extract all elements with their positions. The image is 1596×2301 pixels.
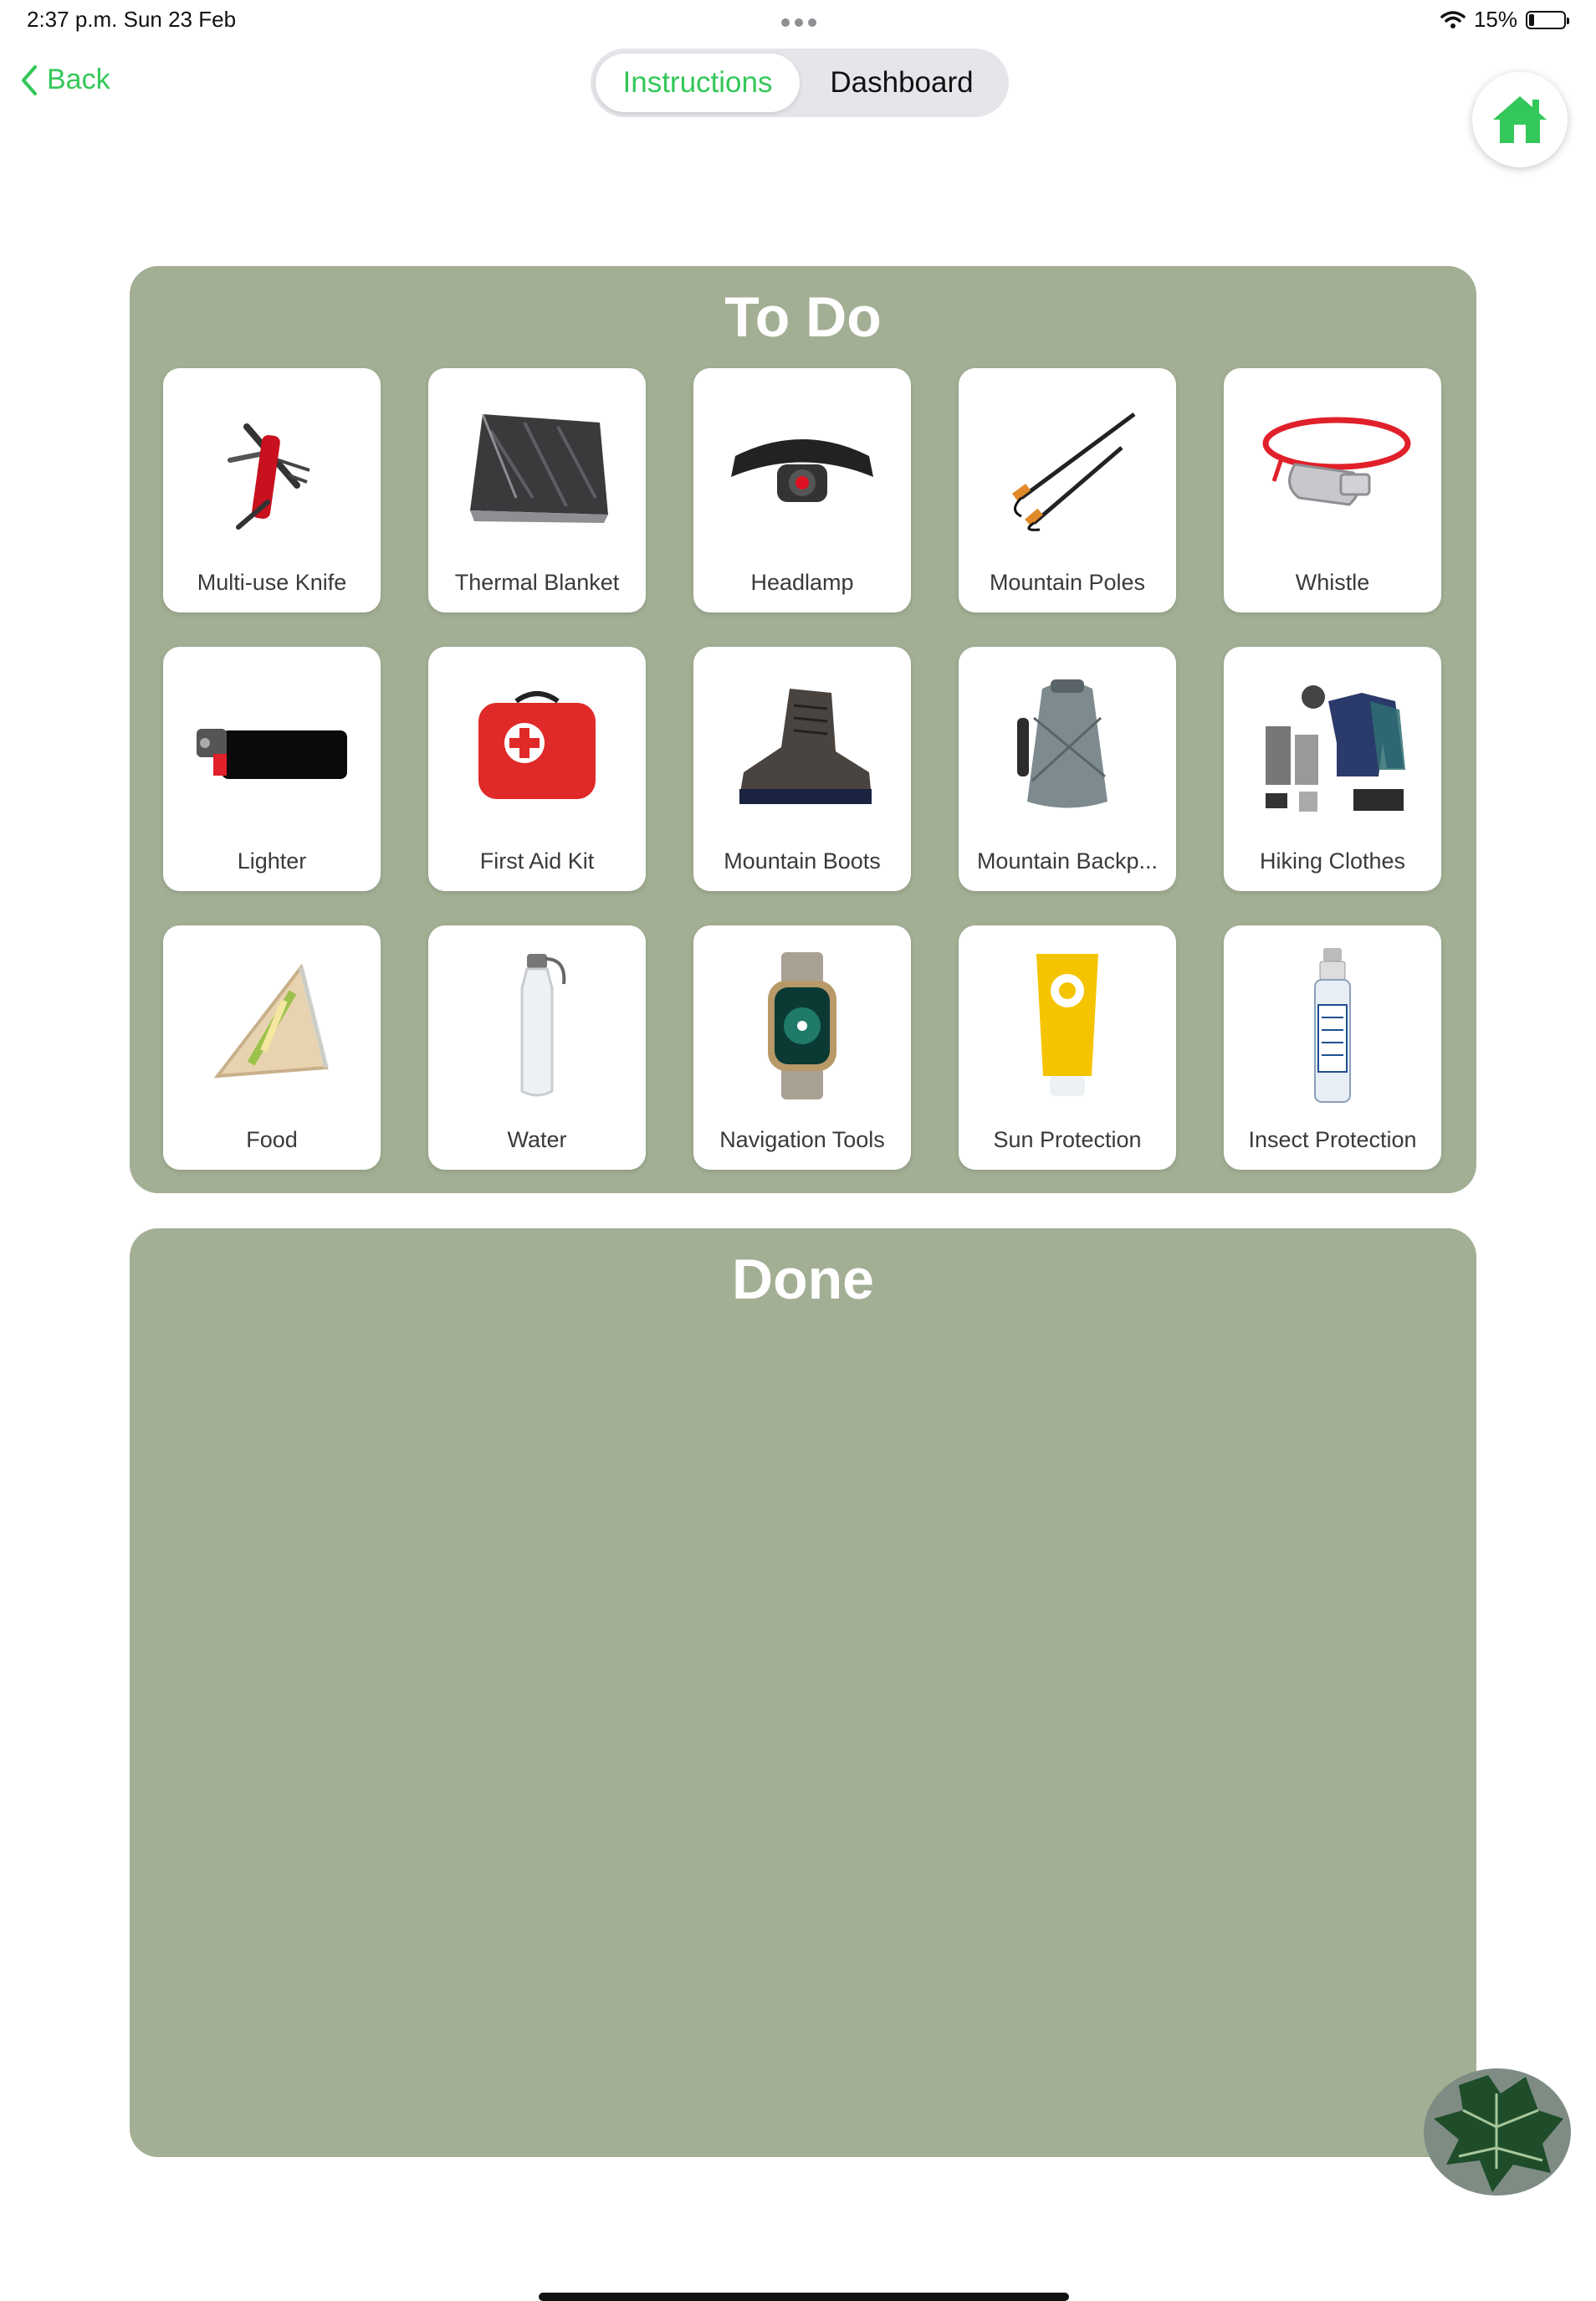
item-card[interactable]: Sun Protection xyxy=(959,925,1176,1170)
poles-icon xyxy=(1011,412,1136,531)
item-label: Hiking Clothes xyxy=(1259,848,1406,874)
home-indicator[interactable] xyxy=(539,2293,1069,2301)
item-card[interactable]: Insect Protection xyxy=(1224,925,1441,1170)
headlamp-icon xyxy=(731,439,873,502)
item-label: Whistle xyxy=(1295,570,1370,595)
item-label: Mountain Poles xyxy=(989,570,1146,595)
item-label: Lighter xyxy=(237,848,307,874)
item-label: First Aid Kit xyxy=(479,848,595,874)
back-button[interactable]: Back xyxy=(20,64,110,96)
item-label: Mountain Boots xyxy=(724,848,881,874)
item-card[interactable]: Multi-use Knife xyxy=(163,368,381,612)
item-card[interactable]: Navigation Tools xyxy=(693,925,911,1170)
tab-instructions[interactable]: Instructions xyxy=(596,54,800,112)
item-label: Thermal Blanket xyxy=(454,570,620,595)
tab-dashboard[interactable]: Dashboard xyxy=(800,54,1004,112)
item-label: Navigation Tools xyxy=(719,1127,885,1152)
item-card[interactable]: Hiking Clothes xyxy=(1224,647,1441,891)
sunscreen-icon xyxy=(1036,954,1098,1096)
item-label: Mountain Backp... xyxy=(976,848,1159,874)
back-label: Back xyxy=(47,64,110,95)
item-card[interactable]: Whistle xyxy=(1224,368,1441,612)
item-label: Sun Protection xyxy=(993,1127,1142,1152)
watch-icon xyxy=(768,952,836,1099)
item-card[interactable]: Lighter xyxy=(163,647,381,891)
knife-icon xyxy=(228,423,310,530)
item-label: Water xyxy=(507,1127,567,1152)
done-title: Done xyxy=(732,1248,874,1311)
sandwich-icon xyxy=(213,963,329,1079)
spray-icon xyxy=(1314,948,1351,1103)
view-segmented-control: Instructions Dashboard xyxy=(591,49,1009,117)
battery-percent: 15% xyxy=(1473,7,1517,32)
lighter-icon xyxy=(197,729,347,779)
boot-icon xyxy=(739,689,872,804)
item-card[interactable]: First Aid Kit xyxy=(428,647,646,891)
done-panel[interactable]: Done xyxy=(130,1228,1476,2157)
ivy-assistant-button[interactable] xyxy=(1417,2060,1576,2201)
first-aid-icon xyxy=(478,691,596,799)
backpack-icon xyxy=(1017,679,1107,808)
blanket-icon xyxy=(470,413,608,523)
ivy-leaf-icon xyxy=(1424,2068,1571,2196)
item-card[interactable]: Mountain Boots xyxy=(693,647,911,891)
home-button[interactable] xyxy=(1472,72,1568,167)
battery-icon xyxy=(1526,10,1569,29)
status-time: 2:37 p.m. Sun 23 Feb xyxy=(27,7,237,32)
chevron-left-icon xyxy=(22,64,37,95)
todo-panel: To Do Multi-use Knife Thermal Blanket He… xyxy=(130,266,1476,1193)
whistle-icon xyxy=(1262,417,1411,506)
item-card[interactable]: Water xyxy=(428,925,646,1170)
item-card[interactable]: Food xyxy=(163,925,381,1170)
item-label: Headlamp xyxy=(750,570,854,595)
todo-grid: Multi-use Knife Thermal Blanket Headlamp… xyxy=(163,368,1441,1170)
item-card[interactable]: Headlamp xyxy=(693,368,911,612)
item-label: Multi-use Knife xyxy=(197,570,347,595)
status-right: 15% xyxy=(1440,7,1569,33)
bottle-icon xyxy=(520,954,566,1097)
home-icon xyxy=(1493,96,1547,143)
item-label: Insect Protection xyxy=(1248,1127,1417,1152)
multitask-dots[interactable] xyxy=(781,18,816,27)
todo-title: To Do xyxy=(724,285,882,349)
item-card[interactable]: Mountain Backp... xyxy=(959,647,1176,891)
item-card[interactable]: Thermal Blanket xyxy=(428,368,646,612)
item-card[interactable]: Mountain Poles xyxy=(959,368,1176,612)
item-label: Food xyxy=(246,1127,298,1152)
wifi-icon xyxy=(1440,10,1466,28)
clothes-icon xyxy=(1266,685,1405,812)
